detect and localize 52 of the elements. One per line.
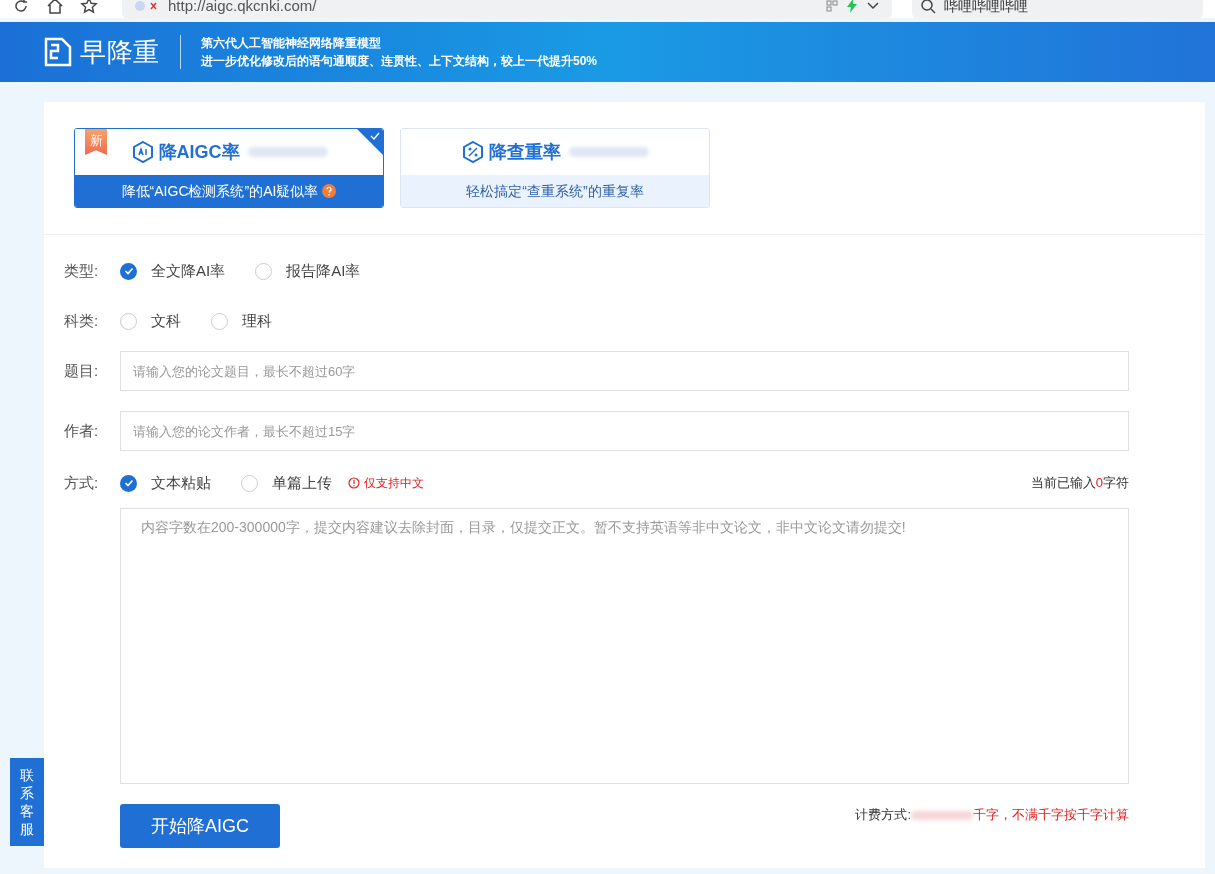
pricing-label: 计费方式: bbox=[855, 806, 911, 825]
new-badge: 新 bbox=[85, 129, 107, 155]
field-label: 作者: bbox=[64, 420, 100, 441]
radio-label[interactable]: 全文降AI率 bbox=[151, 259, 226, 283]
radio-button[interactable] bbox=[211, 312, 228, 330]
service-tab[interactable]: 降查重率 轻松搞定“查重系统”的重复率 bbox=[400, 128, 710, 208]
ai-hexagon-icon bbox=[130, 140, 155, 164]
text-input[interactable]: 请输入您的论文题目，最长不超过60字 bbox=[120, 351, 1129, 391]
radio-label[interactable]: 报告降AI率 bbox=[286, 259, 361, 283]
radio-label[interactable]: 单篇上传 bbox=[272, 471, 332, 495]
blurred-price bbox=[911, 810, 973, 820]
home-icon[interactable] bbox=[46, 0, 64, 15]
service-tab[interactable]: 降AIGC率 降低“AIGC检测系统”的AI疑似率 新 bbox=[74, 128, 384, 208]
reload-icon[interactable] bbox=[12, 0, 30, 15]
logo-icon bbox=[44, 37, 72, 67]
radio-button[interactable] bbox=[255, 262, 273, 280]
field-label: 方式: bbox=[64, 472, 100, 493]
text-input[interactable]: 请输入您的论文作者，最长不超过15字 bbox=[120, 411, 1129, 451]
radio-button[interactable] bbox=[120, 262, 137, 280]
contact-service-tab[interactable]: 联系客服 bbox=[10, 758, 44, 846]
field-label: 科类: bbox=[64, 310, 100, 331]
radio-button[interactable] bbox=[120, 312, 137, 330]
logo-text: 早降重 bbox=[80, 35, 160, 69]
info-icon bbox=[348, 477, 360, 489]
radio-label[interactable]: 理科 bbox=[242, 309, 272, 333]
field-label: 题目: bbox=[64, 360, 100, 381]
notice-text: 仅支持中文 bbox=[364, 475, 424, 492]
radio-label[interactable]: 文科 bbox=[151, 309, 181, 333]
address-bar[interactable]: http://aigc.qkcnki.com/ bbox=[122, 0, 892, 19]
radio-label[interactable]: 文本粘贴 bbox=[151, 471, 211, 495]
content-textarea[interactable]: 内容字数在200-300000字，提交内容建议去除封面，目录，仅提交正文。暂不支持英语等非中文论文，非中文论文请勿提交! bbox=[120, 508, 1129, 784]
radio-button[interactable] bbox=[241, 474, 258, 492]
check-icon bbox=[123, 478, 134, 488]
check-corner-icon bbox=[357, 129, 383, 155]
help-icon[interactable] bbox=[322, 184, 337, 198]
check-icon bbox=[123, 266, 134, 276]
radio-button[interactable] bbox=[120, 474, 137, 492]
percent-hexagon-icon bbox=[461, 140, 485, 164]
star-icon[interactable] bbox=[80, 0, 98, 15]
service-title: 降查重率 bbox=[489, 140, 561, 164]
service-subtitle: 降低“AIGC检测系统”的AI疑似率 bbox=[121, 181, 319, 201]
character-count: 当前已输入0字符 bbox=[1030, 474, 1129, 493]
url-text: http://aigc.qkcnki.com/ bbox=[168, 0, 318, 16]
chevron-down-icon[interactable] bbox=[866, 1, 880, 11]
field-label: 类型: bbox=[64, 260, 100, 281]
pricing-rule: 千字，不满千字按千字计算 bbox=[973, 806, 1129, 825]
service-subtitle: 轻松搞定“查重系统”的重复率 bbox=[466, 181, 644, 201]
tagline: 第六代人工智能神经网络降重模型 bbox=[200, 35, 382, 52]
submit-button[interactable]: 开始降AIGC bbox=[120, 804, 280, 848]
search-icon bbox=[920, 0, 936, 14]
service-title: 降AIGC率 bbox=[158, 140, 240, 164]
tagline: 进一步优化修改后的语句通顺度、连贯性、上下文结构，较上一代提升50% bbox=[200, 53, 597, 70]
